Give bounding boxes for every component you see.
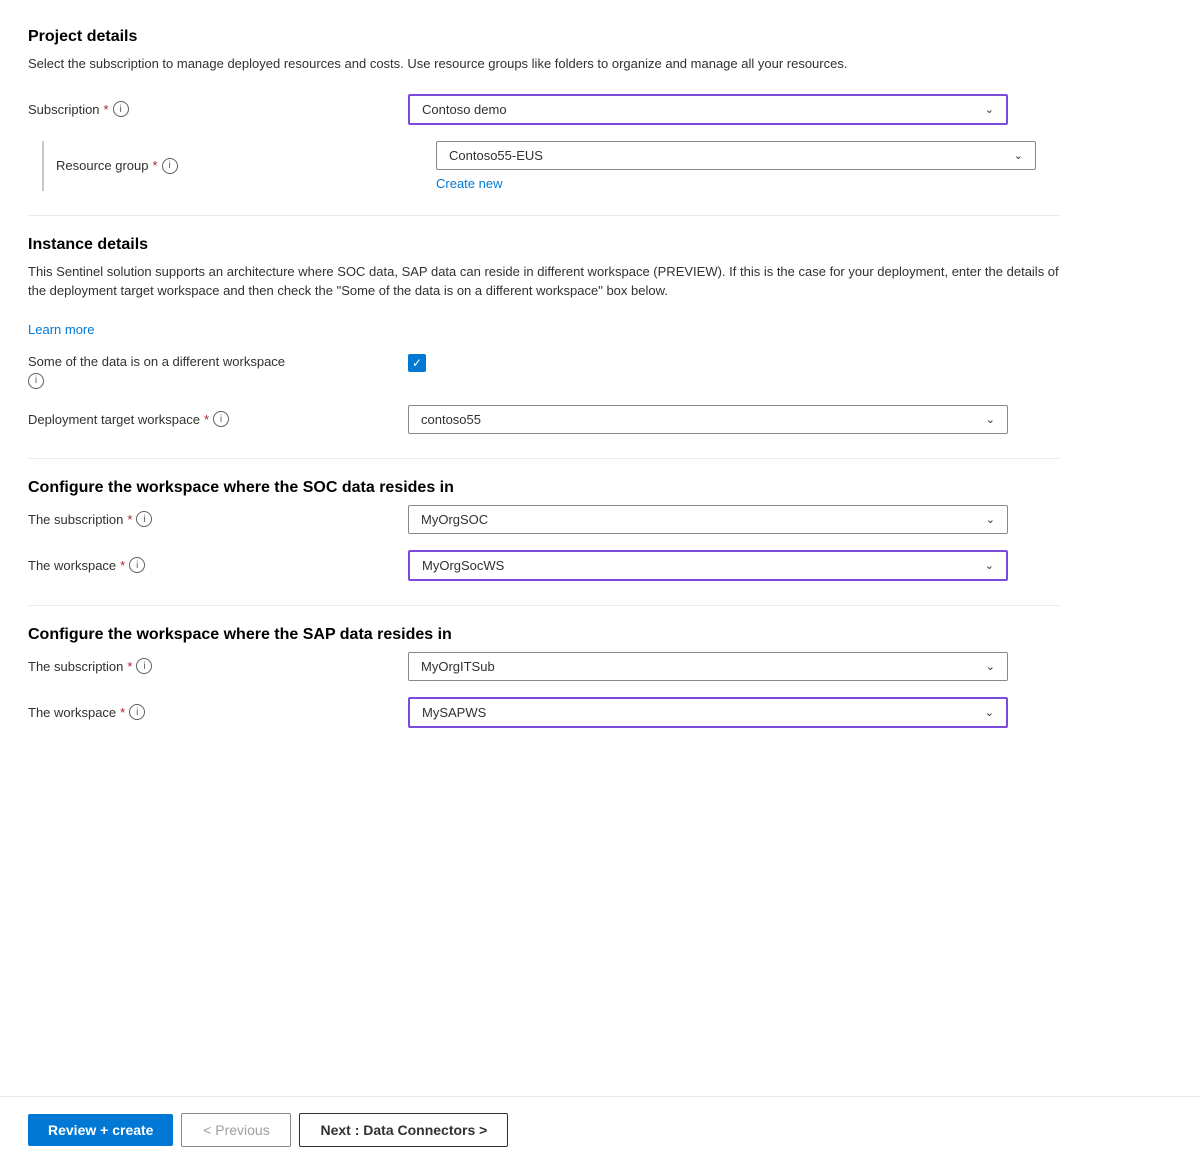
next-button[interactable]: Next : Data Connectors > [299,1113,508,1147]
sap-workspace-value: MySAPWS [422,705,486,720]
checkmark-icon: ✓ [412,357,422,369]
sap-workspace-info-icon[interactable]: i [129,704,145,720]
sap-subscription-label: The subscription * i [28,658,408,674]
subscription-required: * [104,102,109,117]
soc-workspace-dropdown[interactable]: MyOrgSocWS ⌄ [408,550,1008,581]
divider-2 [28,458,1060,459]
subscription-dropdown[interactable]: Contoso demo ⌄ [408,94,1008,125]
resource-group-chevron-icon: ⌄ [1014,149,1023,162]
project-details-title: Project details [28,28,1060,46]
resource-group-value: Contoso55-EUS [449,148,543,163]
subscription-value: Contoso demo [422,102,507,117]
sap-subscription-dropdown[interactable]: MyOrgITSub ⌄ [408,652,1008,681]
soc-subscription-required: * [127,512,132,527]
resource-group-dropdown[interactable]: Contoso55-EUS ⌄ [436,141,1036,170]
deployment-target-required: * [204,412,209,427]
soc-subscription-dropdown[interactable]: MyOrgSOC ⌄ [408,505,1008,534]
different-workspace-checkbox[interactable]: ✓ [408,354,426,372]
instance-details-description: This Sentinel solution supports an archi… [28,262,1060,301]
deployment-target-label: Deployment target workspace * i [28,411,408,427]
sap-workspace-label: The workspace * i [28,704,408,720]
soc-workspace-info-icon[interactable]: i [129,557,145,573]
sap-subscription-chevron-icon: ⌄ [986,660,995,673]
resource-group-required: * [153,158,158,173]
soc-workspace-chevron-icon: ⌄ [985,559,994,572]
soc-subscription-info-icon[interactable]: i [136,511,152,527]
sap-workspace-chevron-icon: ⌄ [985,706,994,719]
deployment-target-dropdown[interactable]: contoso55 ⌄ [408,405,1008,434]
divider-3 [28,605,1060,606]
previous-button[interactable]: < Previous [181,1113,291,1147]
subscription-chevron-icon: ⌄ [985,103,994,116]
resource-group-info-icon[interactable]: i [162,158,178,174]
soc-workspace-value: MyOrgSocWS [422,558,504,573]
review-create-button[interactable]: Review + create [28,1114,173,1146]
deployment-target-chevron-icon: ⌄ [986,413,995,426]
soc-section-title: Configure the workspace where the SOC da… [28,479,1060,497]
create-new-link[interactable]: Create new [436,176,502,191]
sap-workspace-dropdown[interactable]: MySAPWS ⌄ [408,697,1008,728]
soc-workspace-required: * [120,558,125,573]
learn-more-link[interactable]: Learn more [28,322,94,337]
resource-group-label: Resource group * i [56,158,436,174]
different-workspace-label: Some of the data is on a different works… [28,353,408,371]
soc-subscription-value: MyOrgSOC [421,512,488,527]
sap-section-title: Configure the workspace where the SAP da… [28,626,1060,644]
subscription-info-icon[interactable]: i [113,101,129,117]
sap-subscription-value: MyOrgITSub [421,659,495,674]
project-details-description: Select the subscription to manage deploy… [28,54,1060,74]
soc-subscription-label: The subscription * i [28,511,408,527]
sap-subscription-required: * [127,659,132,674]
bottom-bar: Review + create < Previous Next : Data C… [0,1096,1200,1163]
divider-1 [28,215,1060,216]
deployment-target-value: contoso55 [421,412,481,427]
soc-workspace-label: The workspace * i [28,557,408,573]
sap-subscription-info-icon[interactable]: i [136,658,152,674]
different-workspace-info-icon[interactable]: i [28,373,44,389]
sap-workspace-required: * [120,705,125,720]
soc-subscription-chevron-icon: ⌄ [986,513,995,526]
subscription-label: Subscription * i [28,101,408,117]
deployment-target-info-icon[interactable]: i [213,411,229,427]
instance-details-title: Instance details [28,236,1060,254]
